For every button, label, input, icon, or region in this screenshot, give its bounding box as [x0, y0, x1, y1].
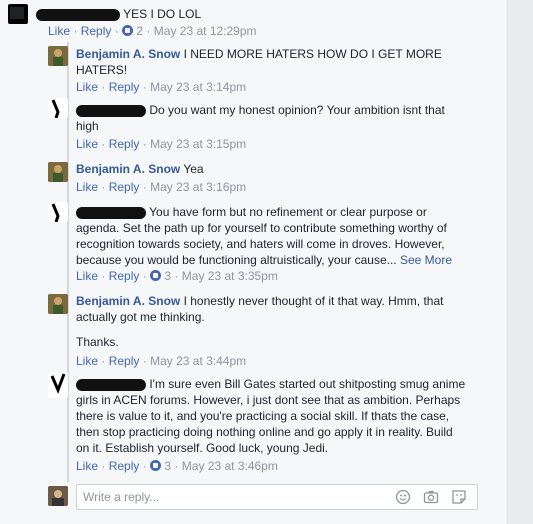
reaction-count[interactable]: 2 [136, 24, 143, 38]
reply-link[interactable]: Reply [109, 459, 140, 473]
avatar[interactable] [48, 372, 68, 398]
comment-actions: Like · Reply · May 23 at 3:16pm [76, 180, 247, 194]
like-link[interactable]: Like [76, 137, 98, 151]
like-reaction-icon [150, 460, 162, 471]
right-column [507, 0, 533, 524]
like-reaction-icon [122, 25, 134, 36]
avatar-image [8, 4, 28, 24]
comment-actions: Like · Reply · 2 · May 23 at 12:29pm [48, 24, 257, 38]
like-link[interactable]: Like [76, 269, 98, 283]
like-link[interactable]: Like [76, 354, 98, 368]
timestamp[interactable]: May 23 at 3:16pm [150, 180, 246, 194]
commenter-name[interactable]: Benjamin A. Snow [76, 47, 180, 61]
comment-actions: Like · Reply · 3 · May 23 at 3:35pm [76, 269, 278, 283]
redacted-name [76, 378, 146, 391]
avatar[interactable] [48, 98, 68, 118]
reply-input[interactable]: Write a reply... [76, 484, 478, 510]
reply-link[interactable]: Reply [109, 354, 140, 368]
reply-link[interactable]: Reply [81, 24, 112, 38]
avatar[interactable] [8, 4, 28, 24]
comment-actions: Like · Reply · May 23 at 3:14pm [76, 80, 247, 94]
avatar[interactable] [48, 46, 68, 66]
avatar-image [48, 372, 68, 398]
comment-thread-panel: YES I DO LOL Like · Reply · 2 · May 23 a… [0, 0, 507, 524]
comment-actions: Like · Reply · 3 · May 23 at 3:46pm [76, 459, 278, 473]
my-avatar [48, 486, 68, 506]
avatar[interactable] [48, 202, 68, 222]
timestamp[interactable]: May 23 at 3:44pm [150, 354, 246, 368]
avatar-image [48, 202, 68, 222]
timestamp[interactable]: May 23 at 12:29pm [154, 24, 257, 38]
avatar[interactable] [48, 162, 68, 182]
comment-text: YES I DO LOL [123, 7, 202, 21]
reply-link[interactable]: Reply [109, 269, 140, 283]
comment-actions: Like · Reply · May 23 at 3:15pm [76, 137, 247, 151]
comment-text-line2: Thanks. [76, 335, 119, 349]
timestamp[interactable]: May 23 at 3:14pm [150, 80, 246, 94]
timestamp[interactable]: May 23 at 3:35pm [182, 269, 278, 283]
redacted-name [76, 206, 146, 219]
comment-actions: Like · Reply · May 23 at 3:44pm [76, 354, 247, 368]
avatar[interactable] [48, 294, 68, 314]
avatar-image [48, 294, 68, 314]
commenter-name[interactable]: Benjamin A. Snow [76, 294, 180, 308]
redacted-name [76, 104, 146, 117]
reaction-count[interactable]: 3 [164, 269, 171, 283]
smiley-icon[interactable] [395, 489, 411, 505]
see-more-link[interactable]: See More [400, 253, 452, 267]
like-link[interactable]: Like [76, 459, 98, 473]
commenter-name[interactable]: Benjamin A. Snow [76, 162, 180, 176]
avatar-image [48, 46, 68, 66]
like-link[interactable]: Like [48, 24, 70, 38]
reply-placeholder: Write a reply... [83, 490, 160, 504]
reply-link[interactable]: Reply [109, 180, 140, 194]
avatar-image [48, 162, 68, 182]
avatar-image [48, 98, 68, 118]
timestamp[interactable]: May 23 at 3:46pm [182, 459, 278, 473]
sticker-icon[interactable] [451, 489, 467, 505]
timestamp[interactable]: May 23 at 3:15pm [150, 137, 246, 151]
redacted-name [36, 8, 120, 21]
reply-link[interactable]: Reply [109, 137, 140, 151]
like-link[interactable]: Like [76, 80, 98, 94]
camera-icon[interactable] [423, 489, 439, 505]
reaction-count[interactable]: 3 [164, 459, 171, 473]
reply-link[interactable]: Reply [109, 80, 140, 94]
like-reaction-icon [150, 270, 162, 281]
comment-text: Yea [183, 162, 204, 176]
like-link[interactable]: Like [76, 180, 98, 194]
avatar-image [48, 486, 68, 506]
